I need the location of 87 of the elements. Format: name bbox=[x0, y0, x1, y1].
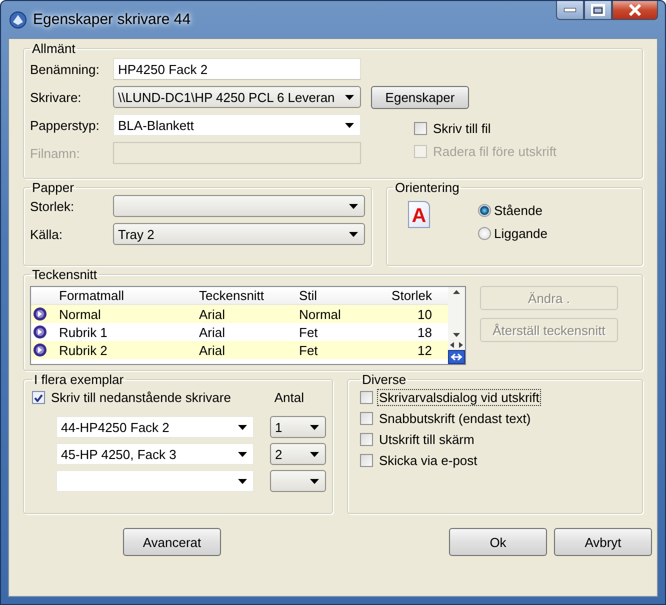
dropdown[interactable]: 2 bbox=[270, 443, 326, 465]
portrait-page-icon: A bbox=[408, 201, 430, 228]
dropdown[interactable]: BLA-Blankett bbox=[113, 114, 361, 136]
column-header[interactable]: Stil bbox=[297, 288, 375, 303]
text-field[interactable]: HP4250 Fack 2 bbox=[113, 58, 361, 80]
checkbox-label: Snabbutskrift (endast text) bbox=[378, 410, 532, 427]
checkbox-label: Utskrift till skärm bbox=[378, 431, 476, 448]
window-title: Egenskaper skrivare 44 bbox=[33, 11, 192, 28]
group-title: Teckensnitt bbox=[31, 267, 98, 282]
maximize-button[interactable] bbox=[584, 1, 612, 20]
dropdown[interactable]: \\LUND-DC1\HP 4250 PCL 6 Leveran bbox=[113, 86, 361, 108]
caret-icon bbox=[345, 94, 354, 100]
column-header[interactable]: Teckensnitt bbox=[197, 288, 297, 303]
table-cell-text: Normal bbox=[58, 306, 102, 322]
checkbox[interactable] bbox=[360, 412, 373, 425]
table-cell-text: Arial bbox=[198, 306, 226, 322]
caret-icon bbox=[238, 424, 247, 430]
caret-icon bbox=[238, 452, 247, 456]
field-label: Storlek: bbox=[30, 198, 76, 214]
field-label: Källa: bbox=[30, 226, 64, 242]
close-icon bbox=[628, 4, 642, 16]
caret-icon bbox=[349, 204, 358, 208]
resize-arrows-icon bbox=[448, 340, 465, 350]
checkbox-label: Skicka via e-post bbox=[378, 452, 478, 469]
radio-button[interactable] bbox=[478, 204, 491, 217]
dropdown[interactable]: 45-HP 4250, Fack 3 bbox=[56, 443, 254, 465]
dropdown[interactable] bbox=[113, 195, 365, 217]
table-cell-text: 12 bbox=[416, 342, 432, 358]
column-label: Antal bbox=[274, 390, 304, 405]
dropdown[interactable]: 44-HP4250 Fack 2 bbox=[56, 416, 254, 438]
check-icon bbox=[34, 394, 43, 402]
checkbox[interactable] bbox=[32, 391, 45, 404]
radio-button[interactable] bbox=[478, 227, 491, 240]
minimize-button[interactable] bbox=[556, 1, 584, 20]
style-icon bbox=[33, 343, 47, 357]
swap-columns-icon bbox=[448, 350, 465, 364]
caret-icon bbox=[310, 452, 319, 456]
table-cell-text: Fet bbox=[298, 342, 319, 358]
field-label: Benämning: bbox=[30, 62, 100, 76]
table-cell-text: Arial bbox=[198, 324, 226, 340]
checkbox[interactable] bbox=[360, 454, 373, 467]
checkbox[interactable] bbox=[360, 433, 373, 446]
caret-icon bbox=[238, 478, 247, 484]
table-cell-text: Arial bbox=[198, 342, 226, 358]
field-label: Papperstyp: bbox=[30, 118, 100, 132]
table-cell-text: 10 bbox=[416, 306, 432, 322]
font-list[interactable]: Formatmall Teckensnitt Stil Storlek Normal Arial Normal 10 Rubrik 1 Arial Fet 18 Rubrik 2 Arial Fet 12 bbox=[30, 286, 466, 365]
radio-label: Liggande bbox=[494, 226, 548, 241]
app-icon bbox=[9, 10, 27, 28]
style-icon bbox=[33, 307, 47, 321]
field-label: Filnamn: bbox=[30, 146, 81, 160]
dialog-button[interactable]: Ok bbox=[449, 528, 547, 556]
minimize-icon bbox=[564, 8, 576, 12]
group-title: I flera exemplar bbox=[33, 372, 125, 387]
group-title: Orientering bbox=[394, 180, 460, 195]
dropdown[interactable] bbox=[270, 470, 326, 492]
dialog-button[interactable]: Avbryt bbox=[554, 528, 652, 556]
group-title: Papper bbox=[31, 180, 75, 195]
table-cell-text: 18 bbox=[416, 324, 432, 340]
checkbox-label: Skrivarvalsdialog vid utskrift bbox=[377, 389, 542, 406]
scrollbar[interactable] bbox=[448, 287, 465, 364]
checkbox-label: Skriv till fil bbox=[432, 120, 492, 137]
dropdown[interactable]: 1 bbox=[270, 416, 326, 438]
checkbox-label: Radera fil före utskrift bbox=[432, 143, 558, 160]
close-button[interactable] bbox=[612, 1, 658, 20]
style-icon bbox=[33, 325, 47, 339]
field-label: Skrivare: bbox=[30, 90, 82, 104]
table-cell-text: Normal bbox=[298, 306, 342, 322]
checkbox[interactable] bbox=[360, 391, 373, 404]
dropdown[interactable]: Tray 2 bbox=[113, 223, 365, 245]
group-title: Allmänt bbox=[31, 41, 76, 56]
properties-button[interactable]: Egenskaper bbox=[371, 86, 469, 108]
radio-label: Stående bbox=[494, 203, 542, 218]
table-cell-text: Rubrik 2 bbox=[58, 342, 108, 358]
maximize-icon bbox=[591, 4, 605, 16]
table-cell-text: Fet bbox=[298, 324, 319, 340]
caret-icon bbox=[345, 122, 354, 128]
caret-icon bbox=[310, 424, 319, 430]
checkbox-label: Skriv till nedanstående skrivare bbox=[50, 389, 232, 406]
caret-icon bbox=[310, 478, 319, 484]
table-cell-text: Rubrik 1 bbox=[58, 324, 108, 340]
caret-icon bbox=[349, 232, 358, 236]
group-title: Diverse bbox=[361, 372, 408, 387]
checkbox[interactable] bbox=[414, 122, 427, 135]
column-header[interactable]: Formatmall bbox=[57, 288, 197, 303]
column-header[interactable]: Storlek bbox=[375, 288, 432, 303]
dialog-button[interactable]: Avancerat bbox=[123, 528, 221, 556]
